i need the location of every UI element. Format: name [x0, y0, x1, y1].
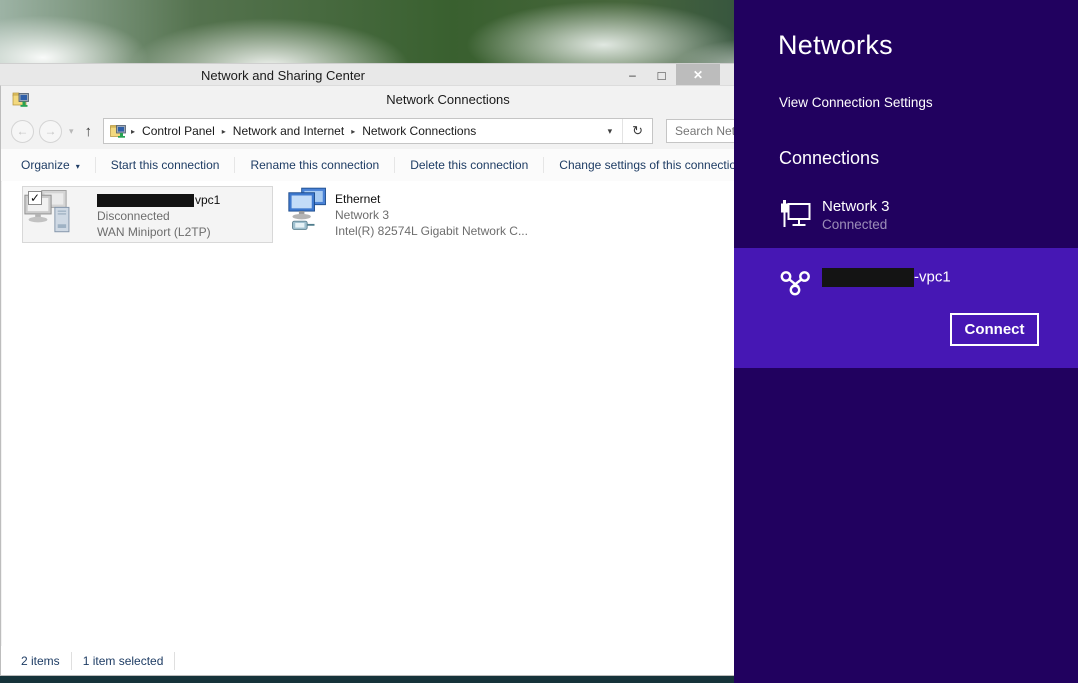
- connection-item-vpn[interactable]: ✓ vpc1: [22, 186, 273, 243]
- window-controls: – □ ✕: [618, 64, 720, 86]
- panel-title: Networks: [778, 30, 893, 61]
- network-name: Network 3: [822, 198, 890, 215]
- redacted-name: [822, 268, 914, 287]
- network-connections-app-icon: [12, 90, 30, 108]
- selection-checkbox[interactable]: ✓: [28, 191, 42, 205]
- ethernet-adapter-icon: [287, 186, 331, 243]
- selection-count: 1 item selected: [83, 654, 164, 668]
- recent-locations-chevron-icon[interactable]: ▾: [69, 126, 74, 137]
- breadcrumb-control-panel[interactable]: Control Panel: [136, 124, 221, 138]
- network-item-vpn[interactable]: -vpc1 Connect: [734, 248, 1078, 368]
- start-connection-button[interactable]: Start this connection: [96, 158, 235, 172]
- network-status: Connected: [822, 217, 890, 232]
- change-settings-button[interactable]: Change settings of this connection: [544, 158, 757, 172]
- minimize-icon[interactable]: –: [618, 64, 647, 86]
- network-item-ethernet[interactable]: Network 3 Connected: [734, 186, 1078, 244]
- redacted-name: [97, 194, 194, 207]
- address-bar[interactable]: ▸ Control Panel ▸ Network and Internet ▸…: [103, 118, 653, 144]
- connect-button[interactable]: Connect: [950, 313, 1039, 346]
- item-count: 2 items: [21, 654, 60, 668]
- close-icon[interactable]: ✕: [676, 64, 720, 86]
- up-icon[interactable]: ↑: [85, 123, 93, 140]
- connection-status: Network 3: [335, 207, 528, 223]
- location-icon: [110, 123, 128, 139]
- networks-flyout: Networks View Connection Settings Connec…: [734, 0, 1078, 683]
- connection-status: Disconnected: [97, 208, 220, 224]
- connection-name: vpc1: [97, 192, 220, 208]
- chevron-down-icon: ▾: [76, 162, 80, 171]
- wired-network-icon: [778, 197, 814, 233]
- connection-item-ethernet[interactable]: Ethernet Network 3 Intel(R) 82574L Gigab…: [287, 186, 567, 243]
- back-icon[interactable]: ←: [11, 120, 34, 143]
- breadcrumb-network-and-internet[interactable]: Network and Internet: [227, 124, 350, 138]
- screen: Network and Sharing Center – □ ✕ Network…: [0, 0, 1078, 683]
- breadcrumb-network-connections[interactable]: Network Connections: [356, 124, 482, 138]
- refresh-icon[interactable]: ↻: [622, 119, 652, 143]
- connections-heading: Connections: [779, 148, 879, 169]
- maximize-icon[interactable]: □: [647, 64, 676, 86]
- status-separator: [174, 652, 175, 670]
- vpn-icon: [778, 264, 814, 300]
- window-title: Network and Sharing Center: [0, 68, 566, 83]
- delete-connection-button[interactable]: Delete this connection: [395, 158, 543, 172]
- connection-name: Ethernet: [335, 191, 528, 207]
- address-dropdown-icon[interactable]: ▾: [598, 119, 623, 143]
- organize-button[interactable]: Organize▾: [21, 158, 95, 172]
- network-name: -vpc1: [822, 268, 951, 287]
- forward-icon[interactable]: →: [39, 120, 62, 143]
- rename-connection-button[interactable]: Rename this connection: [235, 158, 394, 172]
- view-connection-settings-link[interactable]: View Connection Settings: [779, 95, 933, 110]
- connection-device: WAN Miniport (L2TP): [97, 224, 220, 240]
- connection-device: Intel(R) 82574L Gigabit Network C...: [335, 223, 528, 239]
- status-separator: [71, 652, 72, 670]
